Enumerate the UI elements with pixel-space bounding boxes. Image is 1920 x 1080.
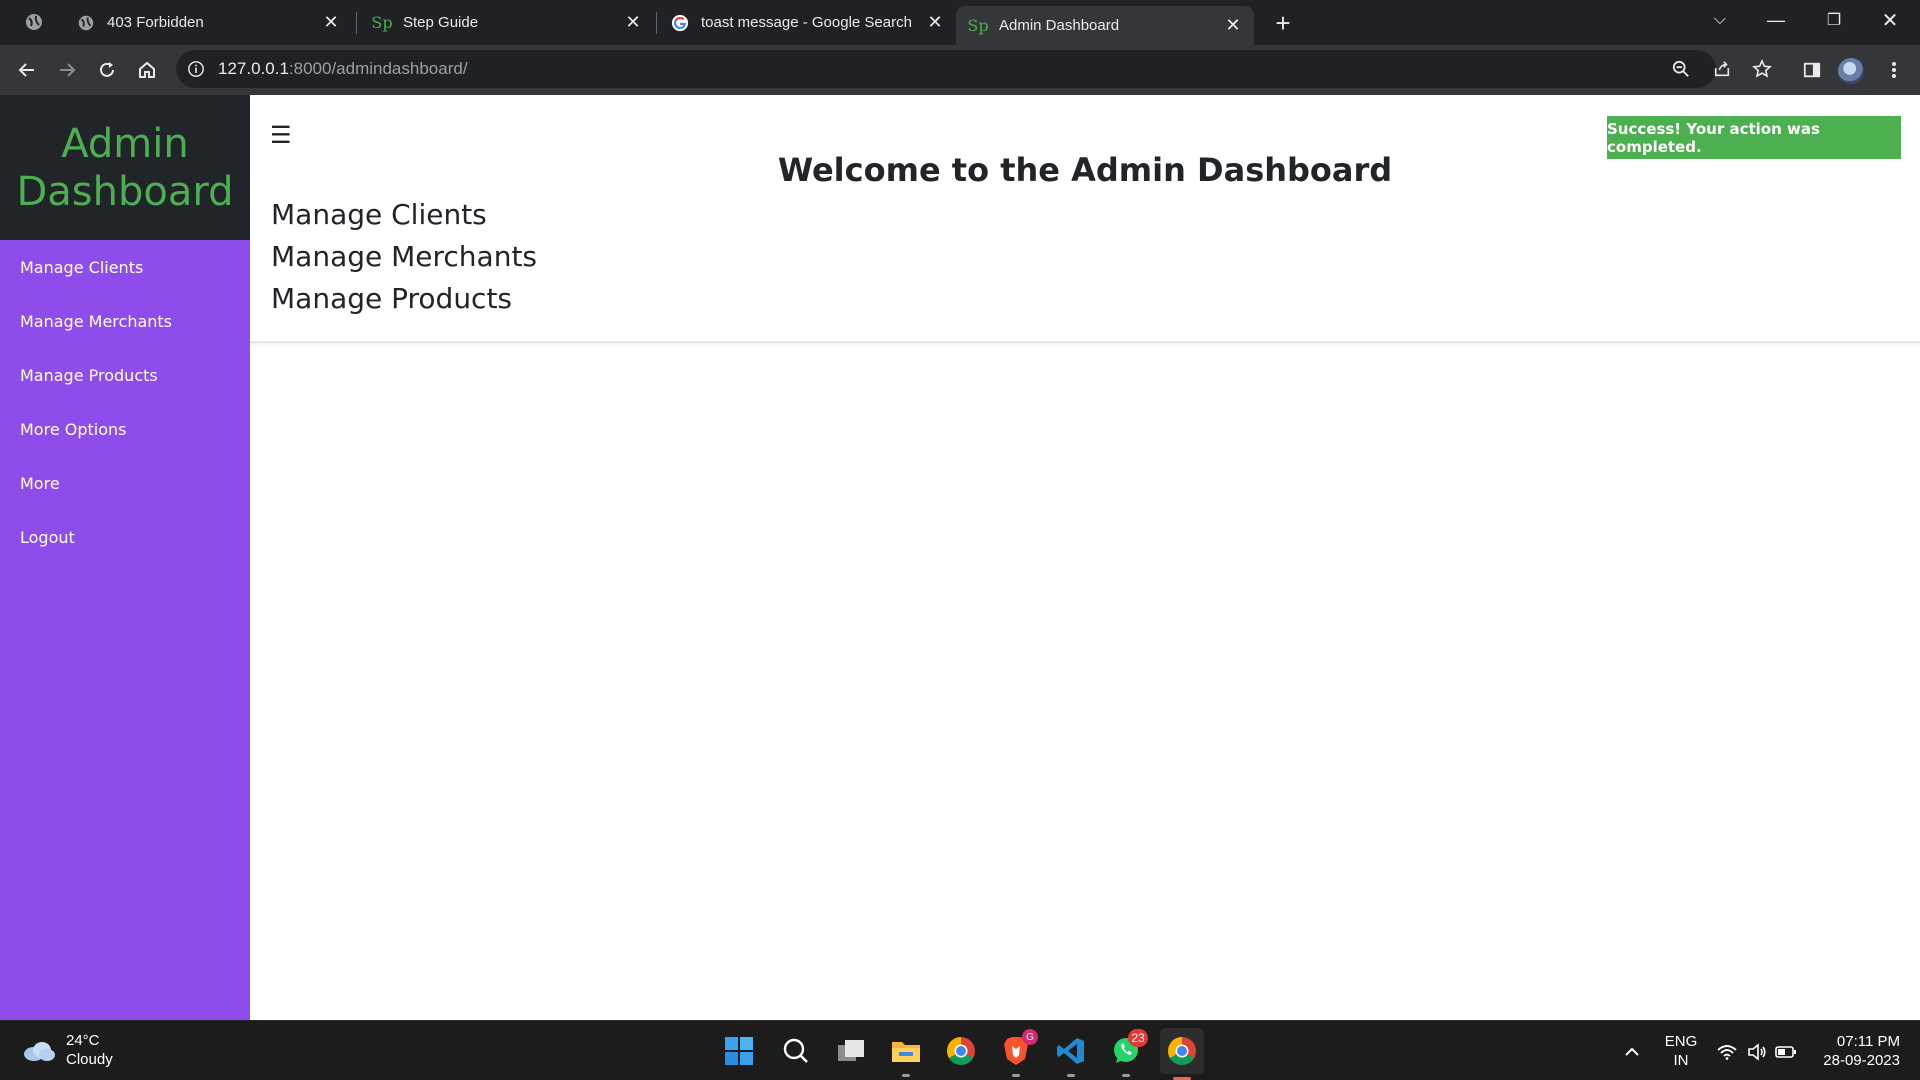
sidebar: Admin Dashboard Manage Clients Manage Me…: [0, 95, 250, 1020]
weather-widget[interactable]: 24°C Cloudy: [22, 1031, 113, 1069]
side-panel-icon[interactable]: [1796, 54, 1828, 86]
windows-taskbar: 24°C Cloudy G 23 ENG IN 07:11 PM 28-09-2…: [0, 1020, 1920, 1080]
tab-title: toast message - Google Search: [701, 14, 912, 31]
minimize-button[interactable]: —: [1748, 0, 1804, 40]
battery-icon[interactable]: [1775, 1041, 1797, 1063]
whatsapp-icon[interactable]: 23: [1106, 1029, 1148, 1077]
unread-count-badge: 23: [1128, 1029, 1148, 1047]
task-view-icon[interactable]: [831, 1031, 871, 1071]
browser-tab-strip: 403 Forbidden ✕ Sp Step Guide ✕ toast me…: [0, 0, 1920, 45]
close-icon[interactable]: ✕: [924, 12, 946, 34]
sidebar-title: Admin Dashboard: [16, 120, 234, 215]
tab-title: Admin Dashboard: [999, 17, 1120, 34]
tab-toast-message-search[interactable]: toast message - Google Search ✕: [660, 0, 954, 45]
chrome-active-icon[interactable]: [1160, 1028, 1204, 1080]
reload-icon[interactable]: [91, 54, 123, 86]
tab-title: Step Guide: [403, 14, 479, 31]
page-viewport: Admin Dashboard Manage Clients Manage Me…: [0, 95, 1920, 1020]
tab-divider: [356, 12, 357, 34]
sidebar-item-more[interactable]: More: [0, 456, 250, 510]
share-icon[interactable]: [1708, 55, 1736, 83]
browser-toolbar: 127.0.0.1:8000/admindashboard/: [0, 45, 1920, 95]
profile-avatar[interactable]: [1838, 58, 1864, 84]
home-icon[interactable]: [131, 54, 163, 86]
restore-button[interactable]: ❐: [1806, 0, 1862, 40]
google-icon: [670, 13, 690, 33]
close-icon[interactable]: ✕: [320, 12, 342, 34]
link-manage-products[interactable]: Manage Products: [271, 282, 512, 315]
running-indicator: [1012, 1074, 1020, 1077]
clock[interactable]: 07:11 PM 28-09-2023: [1810, 1032, 1900, 1070]
notification-badge-icon: G: [1022, 1029, 1038, 1045]
running-indicator: [1122, 1074, 1130, 1077]
main-content: ☰ Welcome to the Admin Dashboard Manage …: [250, 95, 1920, 1020]
bookmark-star-icon[interactable]: [1748, 55, 1776, 83]
sp-logo-icon: Sp: [371, 13, 393, 32]
weather-temperature: 24°C: [66, 1032, 100, 1049]
show-hidden-icons-chevron-icon[interactable]: [1621, 1041, 1643, 1063]
sidebar-nav: Manage Clients Manage Merchants Manage P…: [0, 240, 250, 564]
brave-browser-icon[interactable]: G: [996, 1029, 1038, 1077]
sidebar-item-more-options[interactable]: More Options: [0, 402, 250, 456]
tab-title: 403 Forbidden: [107, 14, 204, 31]
running-indicator: [1067, 1074, 1075, 1077]
tab-403-forbidden[interactable]: 403 Forbidden ✕: [66, 0, 350, 45]
link-manage-merchants[interactable]: Manage Merchants: [271, 240, 537, 273]
new-tab-button[interactable]: +: [1268, 8, 1298, 38]
volume-icon[interactable]: [1746, 1041, 1768, 1063]
tab-admin-dashboard[interactable]: Sp Admin Dashboard ✕: [956, 6, 1254, 45]
forward-arrow-icon[interactable]: [51, 54, 83, 86]
close-icon[interactable]: ✕: [622, 12, 644, 34]
close-icon[interactable]: ✕: [1222, 15, 1244, 37]
address-bar[interactable]: 127.0.0.1:8000/admindashboard/: [176, 50, 1772, 88]
clock-time: 07:11 PM: [1836, 1033, 1900, 1050]
tab-list-chevron-icon[interactable]: ⌵: [1692, 0, 1748, 40]
sp-logo-icon: Sp: [967, 16, 989, 35]
zoom-icon[interactable]: [1667, 55, 1695, 83]
globe-icon: [76, 13, 96, 33]
close-window-button[interactable]: ✕: [1862, 0, 1918, 40]
sidebar-item-logout[interactable]: Logout: [0, 510, 250, 564]
weather-description: Cloudy: [66, 1051, 113, 1068]
cloud-icon: [22, 1039, 56, 1061]
site-info-icon[interactable]: [186, 59, 206, 79]
more-menu-icon[interactable]: [1878, 54, 1910, 86]
search-icon[interactable]: [776, 1031, 816, 1071]
sidebar-item-manage-products[interactable]: Manage Products: [0, 348, 250, 402]
sidebar-item-manage-merchants[interactable]: Manage Merchants: [0, 294, 250, 348]
running-indicator: [902, 1074, 910, 1077]
link-manage-clients[interactable]: Manage Clients: [271, 198, 487, 231]
back-arrow-icon[interactable]: [11, 54, 43, 86]
success-toast: Success! Your action was completed.: [1607, 116, 1901, 159]
chrome-icon[interactable]: [941, 1031, 981, 1071]
file-explorer-icon[interactable]: [886, 1031, 926, 1077]
language-indicator[interactable]: ENG IN: [1664, 1032, 1698, 1070]
url-text[interactable]: 127.0.0.1:8000/admindashboard/: [218, 59, 468, 79]
tab-search-globe-icon[interactable]: [18, 6, 50, 38]
vscode-icon[interactable]: [1051, 1031, 1091, 1077]
tab-step-guide[interactable]: Sp Step Guide ✕: [362, 0, 652, 45]
sidebar-header: Admin Dashboard: [0, 95, 250, 240]
windows-start-icon[interactable]: [719, 1031, 759, 1071]
clock-date: 28-09-2023: [1823, 1052, 1900, 1069]
wifi-icon[interactable]: [1716, 1041, 1738, 1063]
hamburger-menu-icon[interactable]: ☰: [270, 121, 292, 150]
sidebar-item-manage-clients[interactable]: Manage Clients: [0, 240, 250, 294]
tab-divider: [656, 12, 657, 34]
